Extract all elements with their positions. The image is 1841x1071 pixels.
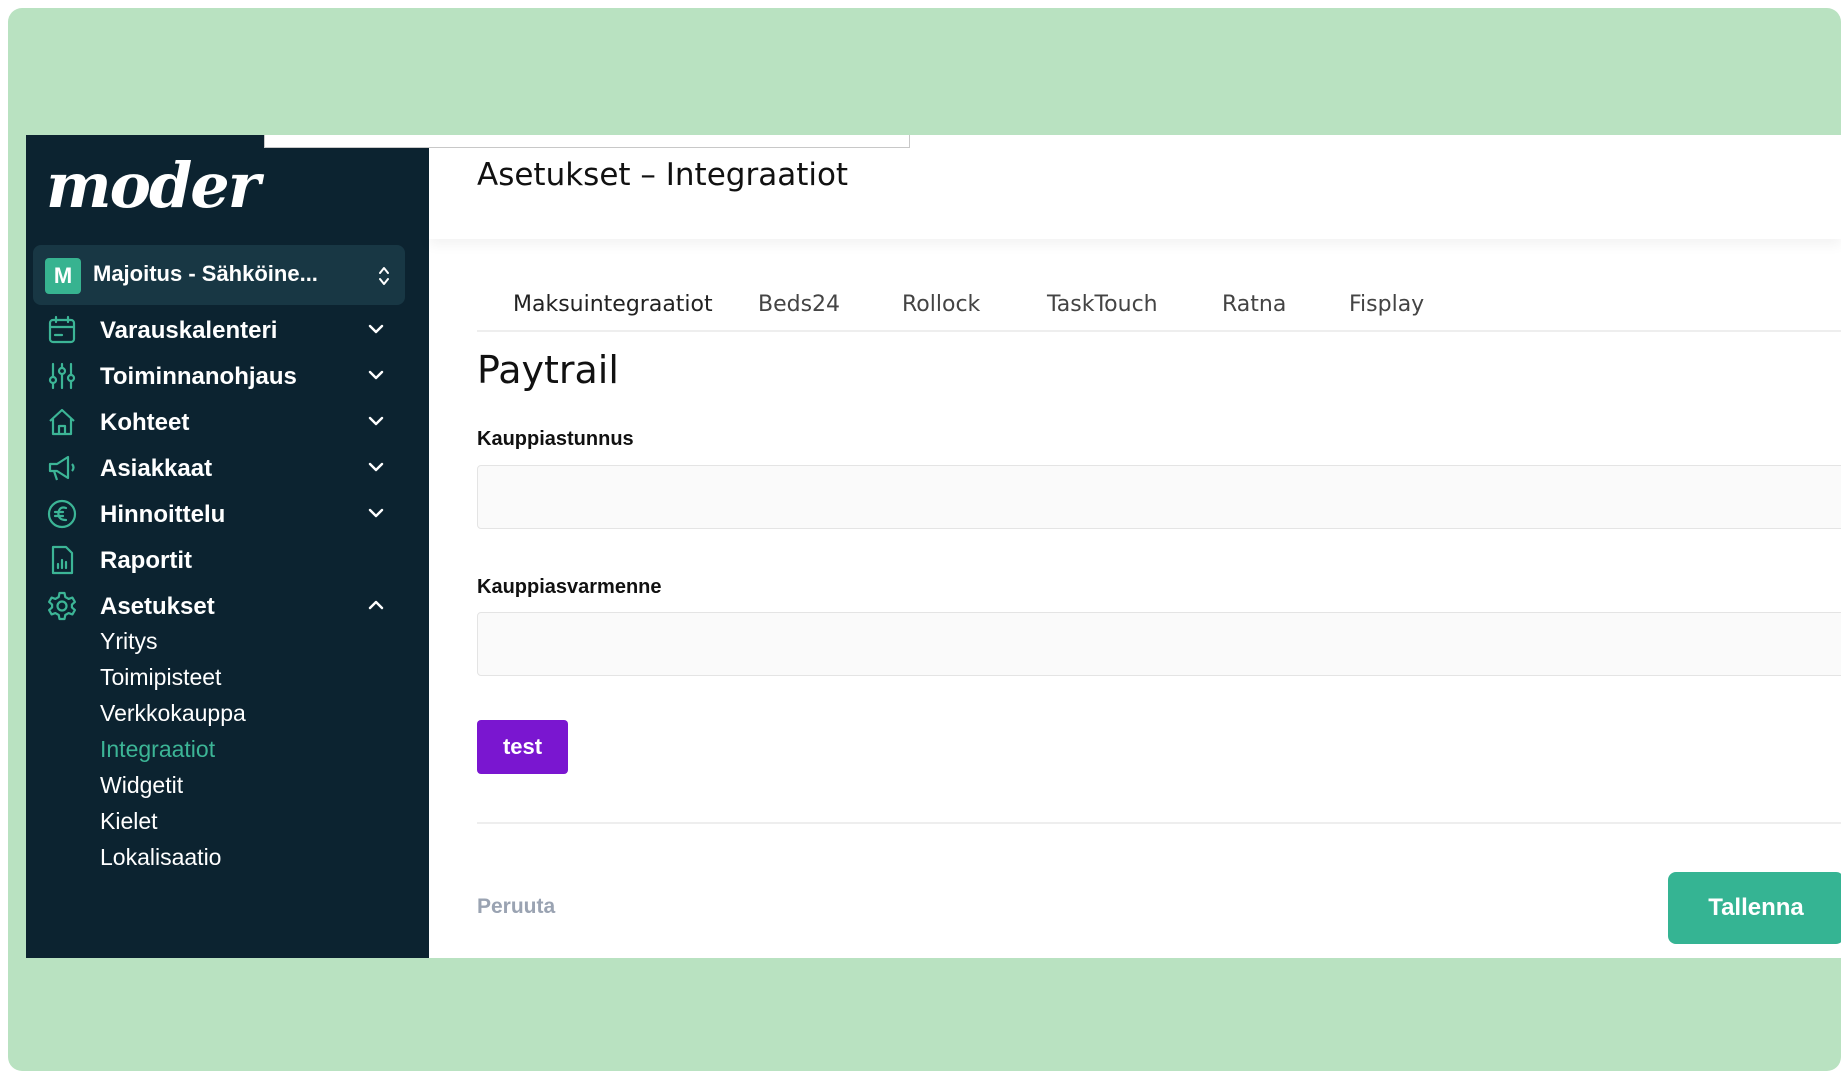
gear-icon — [48, 591, 76, 621]
sidebar-item-asetukset[interactable]: Asetukset — [26, 583, 429, 629]
merchant-secret-label: Kauppiasvarmenne — [477, 576, 662, 598]
section-title: Paytrail — [477, 348, 619, 392]
sidebar-item-label: Hinnoittelu — [100, 501, 226, 528]
page-header: Asetukset – Integraatiot — [264, 135, 1841, 239]
app-window: moder M Majoitus - Sähköine... Varauskal… — [26, 135, 1841, 958]
sidebar: moder M Majoitus - Sähköine... Varauskal… — [26, 135, 429, 958]
sidebar-item-hinnoittelu[interactable]: Hinnoittelu — [26, 491, 429, 537]
home-icon — [49, 408, 75, 436]
sidebar-item-label: Raportit — [100, 547, 192, 574]
sidebar-item-label: Toiminnanohjaus — [100, 363, 297, 390]
sidebar-item-label: Varauskalenteri — [100, 317, 278, 344]
euro-icon — [47, 499, 77, 529]
chevron-down-icon — [368, 462, 384, 472]
tab-ratna[interactable]: Ratna — [1222, 292, 1286, 317]
chevron-down-icon — [368, 508, 384, 518]
sidebar-item-kohteet[interactable]: Kohteet — [26, 399, 429, 445]
tab-rollock[interactable]: Rollock — [902, 292, 980, 317]
megaphone-icon — [48, 455, 75, 481]
sidebar-subitem-kielet[interactable]: Kielet — [100, 808, 158, 835]
sidebar-subitem-toimipisteet[interactable]: Toimipisteet — [100, 664, 221, 691]
chevron-up-down-icon — [379, 267, 389, 285]
sidebar-subitem-lokalisaatio[interactable]: Lokalisaatio — [100, 844, 221, 871]
org-name: Majoitus - Sähköine... — [93, 261, 318, 286]
background-frame: moder M Majoitus - Sähköine... Varauskal… — [8, 8, 1841, 1071]
sidebar-item-label: Asetukset — [100, 593, 215, 620]
sidebar-item-asiakkaat[interactable]: Asiakkaat — [26, 445, 429, 491]
sidebar-subitem-widgetit[interactable]: Widgetit — [100, 772, 183, 799]
sidebar-item-raportit[interactable]: Raportit — [26, 537, 429, 583]
moder-logo[interactable]: moder — [46, 149, 260, 222]
sidebar-subitem-verkkokauppa[interactable]: Verkkokauppa — [100, 700, 246, 727]
search-dropdown-overlay — [264, 135, 910, 148]
chevron-up-icon — [368, 600, 384, 610]
calendar-icon — [48, 315, 76, 344]
organization-switcher[interactable]: M Majoitus - Sähköine... — [33, 245, 405, 305]
integration-tabs: Maksuintegraatiot Beds24 Rollock TaskTou… — [477, 282, 1841, 332]
sidebar-item-label: Kohteet — [100, 409, 190, 436]
sidebar-item-label: Asiakkaat — [100, 455, 213, 482]
merchant-id-input[interactable] — [477, 465, 1841, 529]
tab-beds24[interactable]: Beds24 — [758, 292, 840, 317]
test-button[interactable]: test — [477, 720, 568, 774]
tab-tasktouch[interactable]: TaskTouch — [1047, 292, 1158, 317]
page-title: Asetukset – Integraatiot — [477, 157, 849, 193]
sidebar-item-varauskalenteri[interactable]: Varauskalenteri — [26, 307, 429, 353]
merchant-id-label: Kauppiastunnus — [477, 428, 634, 450]
chevron-down-icon — [368, 416, 384, 426]
main-content: Asetukset – Integraatiot Maksuintegraati… — [264, 135, 1841, 958]
save-button[interactable]: Tallenna — [1668, 872, 1841, 944]
tab-maksuintegraatiot[interactable]: Maksuintegraatiot — [513, 292, 713, 317]
cancel-button[interactable]: Peruuta — [477, 895, 555, 919]
sidebar-subitem-yritys[interactable]: Yritys — [100, 628, 158, 655]
sliders-icon — [48, 362, 76, 390]
merchant-secret-input[interactable] — [477, 612, 1841, 676]
divider — [477, 822, 1841, 824]
sidebar-subitem-integraatiot[interactable]: Integraatiot — [100, 736, 215, 763]
report-icon — [51, 545, 74, 575]
org-avatar: M — [45, 258, 81, 294]
chevron-down-icon — [368, 324, 384, 334]
tab-fisplay[interactable]: Fisplay — [1349, 292, 1424, 317]
sidebar-item-toiminnanohjaus[interactable]: Toiminnanohjaus — [26, 353, 429, 399]
chevron-down-icon — [368, 370, 384, 380]
